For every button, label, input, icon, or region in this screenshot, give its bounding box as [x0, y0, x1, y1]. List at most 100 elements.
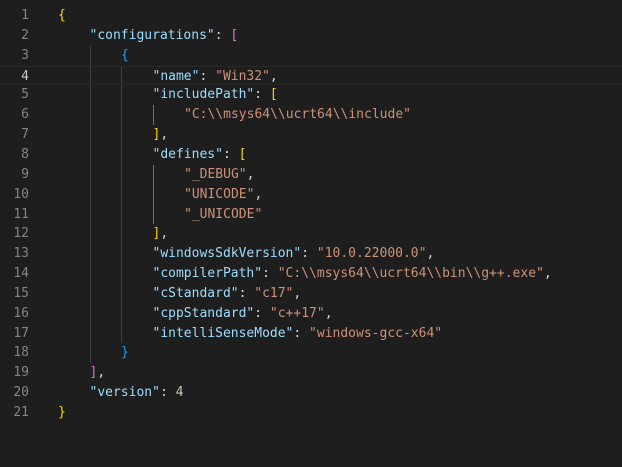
code-token: "c17"	[254, 285, 294, 301]
line-number: 11	[13, 206, 29, 222]
code-line[interactable]: 11 "_UNICODE"	[0, 205, 622, 225]
code-content[interactable]: "cStandard": "c17",	[153, 284, 302, 304]
code-token: [	[238, 146, 247, 162]
code-content[interactable]: {	[58, 6, 66, 26]
code-token: "_UNICODE"	[184, 206, 263, 222]
code-token: ,	[160, 226, 169, 242]
code-token: ,	[426, 246, 435, 262]
line-number: 8	[21, 146, 29, 162]
code-token: "defines"	[152, 146, 223, 162]
code-line[interactable]: 10 "UNICODE",	[0, 185, 622, 205]
code-token: ,	[269, 68, 278, 84]
code-token: [	[230, 27, 239, 43]
code-content[interactable]: "includePath": [	[153, 85, 278, 105]
code-content[interactable]: "_UNICODE"	[184, 205, 262, 225]
code-line[interactable]: 7],	[0, 125, 622, 145]
code-editor[interactable]: 1{2 "configurations": [3{4 "name": "Win32"…	[0, 0, 622, 467]
code-line[interactable]: 5 "includePath": [	[0, 85, 622, 105]
code-line[interactable]: 13 "windowsSdkVersion": "10.0.22000.0",	[0, 244, 622, 264]
code-content[interactable]: "C:\\msys64\\ucrt64\\include"	[184, 105, 411, 125]
code-token: ,	[97, 365, 106, 381]
code-token: :	[238, 285, 255, 301]
code-token: "version"	[89, 385, 160, 401]
code-content[interactable]: "defines": [	[153, 145, 247, 165]
code-token: }	[58, 405, 66, 420]
code-token: :	[214, 27, 231, 43]
line-number: 18	[13, 345, 29, 361]
code-line[interactable]: 9 "_DEBUG",	[0, 165, 622, 185]
code-line[interactable]: 16 "cppStandard": "c++17",	[0, 304, 622, 324]
code-token: "UNICODE"	[184, 186, 255, 202]
code-token: }	[121, 345, 129, 361]
code-line[interactable]: 1{	[0, 6, 622, 26]
code-content[interactable]: "intelliSenseMode": "windows-gcc-x64"	[153, 324, 443, 344]
code-token: "configurations"	[89, 27, 215, 43]
line-number: 13	[13, 246, 29, 262]
line-number: 20	[13, 385, 29, 401]
code-token: 4	[175, 385, 184, 401]
code-token: "intelliSenseMode"	[152, 325, 294, 341]
code-token: "Win32"	[215, 68, 270, 84]
code-token: :	[199, 68, 216, 84]
line-number: 12	[13, 226, 29, 242]
line-number: 1	[21, 8, 29, 23]
code-line[interactable]: 18}	[0, 343, 622, 363]
line-number: 5	[21, 87, 29, 103]
code-content[interactable]: }	[121, 343, 129, 363]
code-token: ,	[254, 186, 263, 202]
line-number: 2	[21, 27, 29, 43]
code-line[interactable]: 14 "compilerPath": "C:\\msys64\\ucrt64\\b…	[0, 264, 622, 284]
code-content[interactable]: {	[121, 46, 129, 66]
code-content[interactable]: "_DEBUG",	[184, 165, 254, 185]
code-content[interactable]: "cppStandard": "c++17",	[153, 304, 333, 324]
code-token: {	[58, 8, 66, 23]
code-content[interactable]: "windowsSdkVersion": "10.0.22000.0",	[153, 244, 435, 264]
code-line[interactable]: 2 "configurations": [	[0, 26, 622, 46]
code-token: "C:\\msys64\\ucrt64\\bin\\g++.exe"	[277, 266, 544, 282]
code-token: [	[269, 87, 278, 103]
code-token: "c++17"	[269, 305, 325, 321]
code-content[interactable]: "name": "Win32",	[153, 67, 278, 87]
code-line[interactable]: 8 "defines": [	[0, 145, 622, 165]
code-content[interactable]: ],	[153, 125, 169, 145]
code-content[interactable]: "UNICODE",	[184, 185, 262, 205]
code-line[interactable]: 17 "intelliSenseMode": "windows-gcc-x64"	[0, 324, 622, 344]
code-token: "cStandard"	[152, 285, 239, 301]
code-token: "_DEBUG"	[184, 166, 247, 182]
line-number: 10	[13, 186, 29, 202]
code-token: "10.0.22000.0"	[316, 246, 427, 262]
code-token: "cppStandard"	[152, 305, 255, 321]
line-number: 16	[13, 305, 29, 321]
line-number: 19	[13, 365, 29, 381]
code-line[interactable]: 6 "C:\\msys64\\ucrt64\\include"	[0, 105, 622, 125]
code-token: :	[254, 87, 270, 103]
line-number: 3	[21, 47, 29, 63]
code-content[interactable]: ],	[153, 224, 169, 244]
code-line[interactable]: 20 "version": 4	[0, 383, 622, 403]
code-token: "name"	[152, 68, 200, 84]
code-content[interactable]: }	[58, 403, 66, 423]
code-token: "includePath"	[152, 87, 255, 103]
code-token: ,	[293, 285, 302, 301]
code-token: :	[293, 325, 310, 341]
code-token: "windows-gcc-x64"	[309, 325, 443, 341]
code-content[interactable]: "compilerPath": "C:\\msys64\\ucrt64\\bin…	[153, 264, 552, 284]
line-number: 6	[21, 107, 29, 123]
code-line[interactable]: 21}	[0, 403, 622, 423]
code-token: :	[301, 246, 317, 262]
line-number: 7	[21, 127, 29, 143]
code-token: :	[254, 305, 270, 321]
code-token: ,	[543, 266, 552, 282]
code-content[interactable]: "version": 4	[90, 383, 184, 403]
line-number: 21	[13, 405, 29, 420]
code-content[interactable]: ],	[90, 363, 106, 383]
code-line[interactable]: 3{	[0, 46, 622, 66]
code-line[interactable]: 12],	[0, 224, 622, 244]
code-line[interactable]: 4 "name": "Win32",	[0, 65, 622, 87]
code-token: ,	[324, 305, 333, 321]
code-line[interactable]: 15 "cStandard": "c17",	[0, 284, 622, 304]
code-token: "windowsSdkVersion"	[152, 246, 302, 262]
code-line[interactable]: 19],	[0, 363, 622, 383]
code-content[interactable]: "configurations": [	[90, 26, 239, 46]
line-number: 9	[21, 166, 29, 182]
